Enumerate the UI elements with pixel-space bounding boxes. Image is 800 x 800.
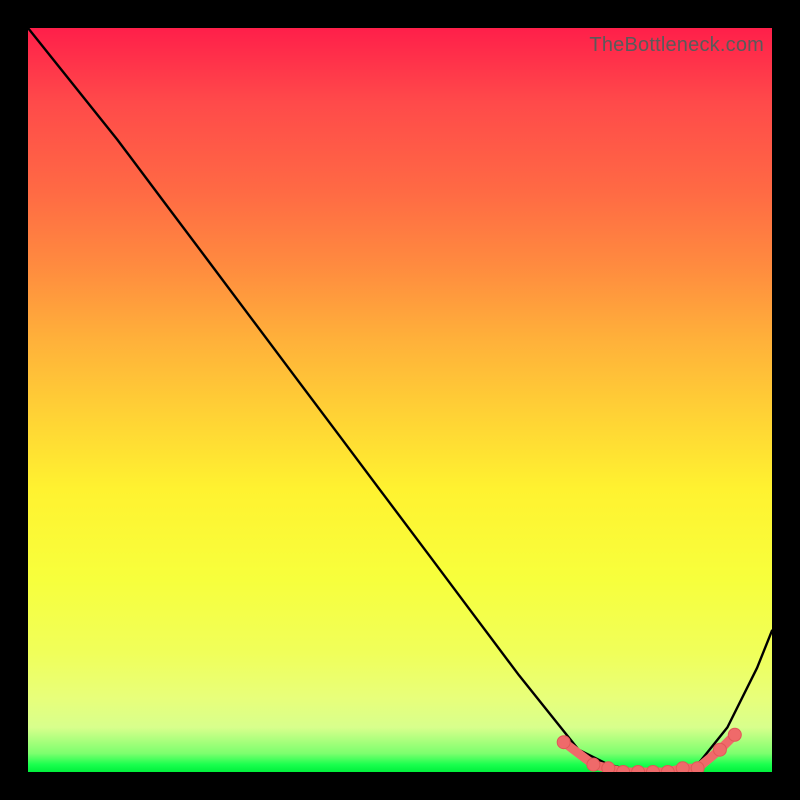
marker-dot [691,762,704,772]
marker-dot [728,728,741,741]
plot-area: TheBottleneck.com [28,28,772,772]
marker-dot [632,766,645,773]
marker-dot [602,762,615,772]
curve-markers [557,728,741,772]
marker-dot [647,766,660,773]
chart-overlay [28,28,772,772]
bottleneck-curve [28,28,772,772]
marker-dot [557,736,570,749]
marker-dot [587,758,600,771]
marker-dot [676,762,689,772]
chart-stage: TheBottleneck.com [0,0,800,800]
marker-dot [713,743,726,756]
